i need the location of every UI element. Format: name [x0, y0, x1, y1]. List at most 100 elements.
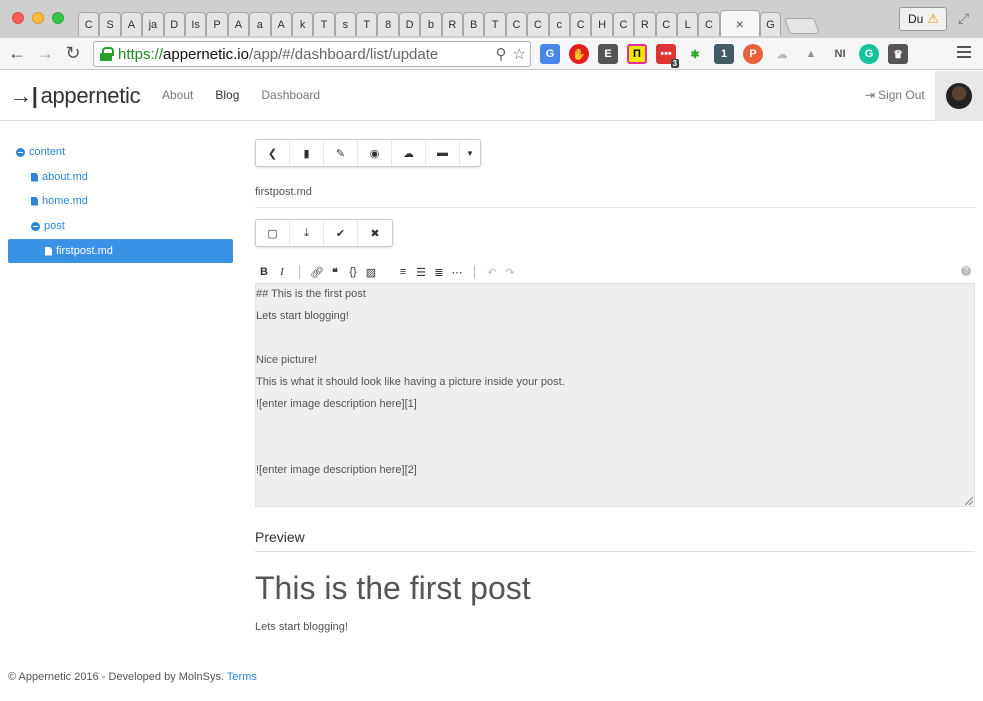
address-bar[interactable]: https:// appernetic.io /app/#/dashboard/… [93, 41, 531, 67]
stop-button[interactable]: ▢ [256, 220, 290, 246]
search-icon[interactable]: ⚲ [496, 45, 507, 63]
back-arrow-icon[interactable]: ← [6, 43, 28, 64]
redo-icon[interactable]: ↷ [501, 266, 519, 279]
image-icon[interactable]: ▨ [362, 266, 380, 279]
browser-tab[interactable]: R [634, 12, 656, 36]
ordered-list-icon[interactable]: ≡ [394, 266, 412, 278]
pinwheel-extension-icon[interactable]: ✱ [685, 44, 705, 64]
heading-icon[interactable]: ≣ [430, 266, 448, 279]
zoom-window-button[interactable] [52, 12, 64, 24]
help-icon[interactable]: ? [961, 266, 971, 276]
filename-field[interactable]: firstpost.md [255, 186, 312, 198]
browser-tab[interactable]: G [759, 12, 782, 36]
browser-tab[interactable]: H [591, 12, 613, 36]
producthunt-extension-icon[interactable]: P [743, 44, 763, 64]
browser-tab[interactable]: A [227, 12, 250, 36]
new-tab-button[interactable] [784, 18, 821, 34]
browser-tab[interactable]: C [612, 12, 635, 36]
grammarly-extension-icon[interactable]: G [859, 44, 879, 64]
terms-link[interactable]: Terms [227, 671, 257, 683]
collapse-icon[interactable] [16, 147, 25, 157]
browser-tab[interactable]: A [270, 12, 292, 36]
adblock-extension-icon[interactable]: ✋ [569, 44, 589, 64]
close-icon[interactable]: ✖ [358, 220, 392, 246]
more-actions-caret-icon[interactable]: ▼ [460, 140, 480, 166]
tree-file-home[interactable]: home.md [31, 189, 88, 213]
horizontal-rule-icon[interactable]: ⋯ [448, 266, 466, 279]
sign-out-link[interactable]: ⇥ Sign Out [865, 88, 925, 102]
edit-pencil-icon[interactable]: ✎ [324, 140, 358, 166]
code-icon[interactable]: {} [344, 266, 362, 278]
browser-tab[interactable]: L [676, 12, 699, 36]
new-file-button[interactable]: ▮ [290, 140, 324, 166]
browser-tab[interactable]: C [78, 12, 100, 36]
browser-tab[interactable]: ja [142, 12, 164, 36]
evernote-extension-icon[interactable]: E [598, 44, 618, 64]
browser-menu-icon[interactable] [957, 46, 971, 61]
browser-tab[interactable]: C [569, 12, 592, 36]
undo-icon[interactable]: ↶ [483, 266, 501, 279]
forward-arrow-icon[interactable]: → [34, 43, 56, 64]
save-check-icon[interactable]: ✔ [324, 220, 358, 246]
crown-extension-icon[interactable]: ♛ [888, 44, 908, 64]
browser-tab[interactable]: S [99, 12, 121, 36]
markdown-editor[interactable]: ## This is the first post Lets start blo… [255, 283, 975, 507]
browser-tab[interactable]: C [527, 12, 549, 36]
lastpass-extension-icon[interactable]: ••• 3 [656, 44, 679, 68]
browser-tab[interactable]: a [249, 12, 271, 36]
collapse-icon[interactable] [31, 221, 40, 231]
browser-tab-active[interactable]: × [719, 10, 760, 36]
resize-handle-icon[interactable] [965, 497, 973, 505]
bookmark-star-icon[interactable]: ☆ [513, 45, 526, 63]
italic-icon[interactable]: I [273, 266, 291, 278]
upload-cloud-icon[interactable]: ☁ [392, 140, 426, 166]
browser-tab[interactable]: C [505, 12, 528, 36]
browser-tab[interactable]: s [334, 12, 357, 36]
browser-tab[interactable]: P [206, 12, 228, 36]
ni-extension-icon[interactable]: NI [830, 44, 850, 64]
brand-logo[interactable]: →| appernetic [10, 83, 141, 109]
translate-extension-icon[interactable]: G [540, 44, 560, 64]
browser-tab[interactable]: T [356, 12, 378, 36]
nav-dashboard[interactable]: Dashboard [261, 88, 320, 102]
browser-tab[interactable]: B [463, 12, 485, 36]
cloud-extension-icon[interactable]: ☁ [772, 44, 792, 64]
browser-tab[interactable]: D [163, 12, 185, 36]
browser-tab[interactable]: C [698, 12, 720, 36]
one-extension-icon[interactable]: 1 [714, 44, 734, 64]
pocket-n-extension-icon[interactable]: П [627, 44, 647, 64]
browser-tab[interactable]: R [441, 12, 464, 36]
browser-tab[interactable]: k [291, 12, 314, 36]
browser-tab[interactable]: b [420, 12, 442, 36]
fullscreen-icon[interactable]: ⤢ [958, 10, 969, 27]
nav-about[interactable]: About [162, 88, 193, 102]
browser-tab[interactable]: T [484, 12, 506, 36]
browser-tab[interactable]: Is [184, 12, 207, 36]
close-window-button[interactable] [12, 12, 24, 24]
tree-file-about[interactable]: about.md [31, 165, 88, 189]
drive-extension-icon[interactable]: ▲ [801, 44, 821, 64]
browser-tab[interactable]: D [398, 12, 421, 36]
bold-icon[interactable]: B [255, 266, 273, 278]
browser-tab[interactable]: T [313, 12, 335, 36]
tree-folder-content[interactable]: content [16, 140, 65, 164]
unordered-list-icon[interactable]: ☰ [412, 266, 430, 279]
publish-monitor-icon[interactable]: ▬ [426, 140, 460, 166]
browser-tab[interactable]: C [655, 12, 677, 36]
preview-eye-icon[interactable]: ◉ [358, 140, 392, 166]
tree-folder-post[interactable]: post [31, 214, 65, 238]
reload-icon[interactable]: ↻ [62, 43, 84, 64]
minimize-window-button[interactable] [32, 12, 44, 24]
tree-file-firstpost[interactable]: firstpost.md [8, 239, 233, 263]
browser-tab[interactable]: c [548, 12, 570, 36]
download-icon[interactable]: ⤓ [290, 220, 324, 246]
profile-button[interactable]: Du ⚠ [899, 7, 947, 31]
tab-close-icon[interactable]: × [736, 16, 744, 32]
user-menu[interactable] [935, 71, 983, 121]
browser-tab[interactable]: 8 [377, 12, 399, 36]
link-icon[interactable]: 🔗︎ [308, 266, 326, 279]
browser-tab[interactable]: A [120, 12, 143, 36]
quote-icon[interactable]: ❝ [326, 266, 344, 279]
back-button[interactable]: ❮ [256, 140, 290, 166]
nav-blog[interactable]: Blog [215, 88, 239, 102]
